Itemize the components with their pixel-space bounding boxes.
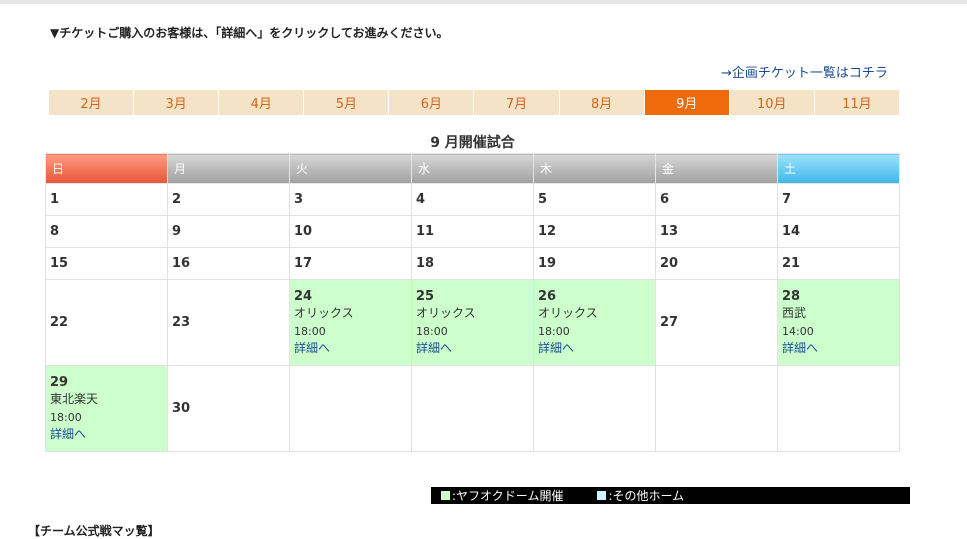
tab-month-oct[interactable]: 10月 [730, 90, 815, 115]
tab-month-aug[interactable]: 8月 [560, 90, 645, 115]
game-cell-24: 24 オリックス 18:00 詳細へ [289, 279, 412, 366]
weekday-sun: 日 [45, 153, 168, 184]
legend-swatch-green [441, 491, 450, 500]
game-time: 18:00 [50, 411, 82, 424]
game-day: 26 [538, 289, 557, 304]
game-day: 25 [416, 289, 435, 304]
day-cell: 4 [411, 183, 534, 216]
tab-month-apr[interactable]: 4月 [219, 90, 305, 115]
tab-month-may[interactable]: 5月 [304, 90, 390, 115]
weekday-thu: 木 [533, 153, 656, 184]
legend-item-other: :その他ホーム [597, 487, 684, 504]
day-cell: 14 [777, 215, 900, 248]
game-cell-25: 25 オリックス 18:00 詳細へ [411, 279, 534, 366]
legend-swatch-blue [597, 491, 607, 500]
tab-month-sep[interactable]: 9月 [644, 90, 730, 115]
tab-month-jun[interactable]: 6月 [389, 90, 475, 115]
day-cell: 20 [655, 247, 778, 280]
game-opponent: オリックス [538, 306, 598, 320]
day-cell: 8 [45, 215, 168, 248]
game-time: 18:00 [294, 325, 326, 338]
day-cell: 5 [533, 183, 656, 216]
section-heading-partial: 【チーム公式戦マッ覧】 [28, 524, 160, 538]
day-cell: 16 [167, 247, 290, 280]
game-day: 24 [294, 289, 313, 304]
legend-label-other: :その他ホーム [608, 489, 685, 503]
weekday-wed: 水 [411, 153, 534, 184]
empty-cell [533, 365, 656, 452]
game-opponent: 西武 [782, 306, 807, 320]
empty-cell [655, 365, 778, 452]
game-detail-link[interactable]: 詳細へ [782, 341, 818, 356]
day-cell: 2 [167, 183, 290, 216]
weekday-fri: 金 [655, 153, 778, 184]
tab-month-mar[interactable]: 3月 [134, 90, 220, 115]
day-cell: 22 [45, 279, 168, 366]
tab-month-nov[interactable]: 11月 [815, 90, 899, 115]
game-cell-26: 26 オリックス 18:00 詳細へ [533, 279, 656, 366]
legend-bar: :ヤフオクドーム開催 :その他ホーム [431, 487, 910, 504]
weekday-header-row: 日 月 火 水 木 金 土 [45, 153, 900, 184]
purchase-notice: ▼チケットご購入のお客様は、「詳細へ」をクリックしてお進みください。 [50, 26, 449, 40]
empty-cell [411, 365, 534, 452]
week-row: 29 東北楽天 18:00 詳細へ 30 [45, 365, 900, 452]
day-cell: 7 [777, 183, 900, 216]
day-cell: 10 [289, 215, 412, 248]
legend-label-dome: :ヤフオクドーム開催 [452, 489, 564, 503]
day-cell: 9 [167, 215, 290, 248]
day-cell: 30 [167, 365, 290, 452]
tab-month-jul[interactable]: 7月 [474, 90, 560, 115]
game-day: 28 [782, 289, 801, 304]
game-detail-link[interactable]: 詳細へ [50, 427, 86, 442]
weekday-mon: 月 [167, 153, 290, 184]
game-detail-link[interactable]: 詳細へ [294, 341, 330, 356]
day-cell: 15 [45, 247, 168, 280]
game-time: 14:00 [782, 325, 814, 338]
day-cell: 6 [655, 183, 778, 216]
game-time: 18:00 [538, 325, 570, 338]
game-detail-link[interactable]: 詳細へ [416, 341, 452, 356]
day-cell: 27 [655, 279, 778, 366]
week-row: 15 16 17 18 19 20 21 [45, 247, 900, 280]
game-cell-28: 28 西武 14:00 詳細へ [777, 279, 900, 366]
game-cell-29: 29 東北楽天 18:00 詳細へ [45, 365, 168, 452]
empty-cell [289, 365, 412, 452]
game-opponent: 東北楽天 [50, 392, 99, 406]
game-opponent: オリックス [416, 306, 476, 320]
day-cell: 12 [533, 215, 656, 248]
legend-item-dome: :ヤフオクドーム開催 [441, 487, 563, 504]
weekday-sat: 土 [777, 153, 900, 184]
empty-cell [777, 365, 900, 452]
game-time: 18:00 [416, 325, 448, 338]
day-cell: 23 [167, 279, 290, 366]
top-border [0, 0, 967, 4]
game-opponent: オリックス [294, 306, 354, 320]
week-row: 22 23 24 オリックス 18:00 詳細へ 25 オリックス 18:00 … [45, 279, 900, 366]
game-day: 29 [50, 375, 69, 390]
weekday-tue: 火 [289, 153, 412, 184]
week-row: 8 9 10 11 12 13 14 [45, 215, 900, 248]
day-cell: 1 [45, 183, 168, 216]
plan-tickets-link[interactable]: →企画チケット一覧はコチラ [721, 62, 888, 81]
game-detail-link[interactable]: 詳細へ [538, 341, 574, 356]
day-cell: 11 [411, 215, 534, 248]
day-cell: 18 [411, 247, 534, 280]
day-cell: 17 [289, 247, 412, 280]
calendar-title: 9 月開催試合 [430, 135, 515, 151]
month-tabs: 2月 3月 4月 5月 6月 7月 8月 9月 10月 11月 [49, 90, 899, 115]
day-cell: 19 [533, 247, 656, 280]
week-row: 1 2 3 4 5 6 7 [45, 183, 900, 216]
day-cell: 3 [289, 183, 412, 216]
game-calendar: 日 月 火 水 木 金 土 1 2 3 4 5 6 7 8 9 10 11 12… [45, 153, 900, 452]
day-cell: 21 [777, 247, 900, 280]
day-cell: 13 [655, 215, 778, 248]
tab-month-feb[interactable]: 2月 [49, 90, 135, 115]
